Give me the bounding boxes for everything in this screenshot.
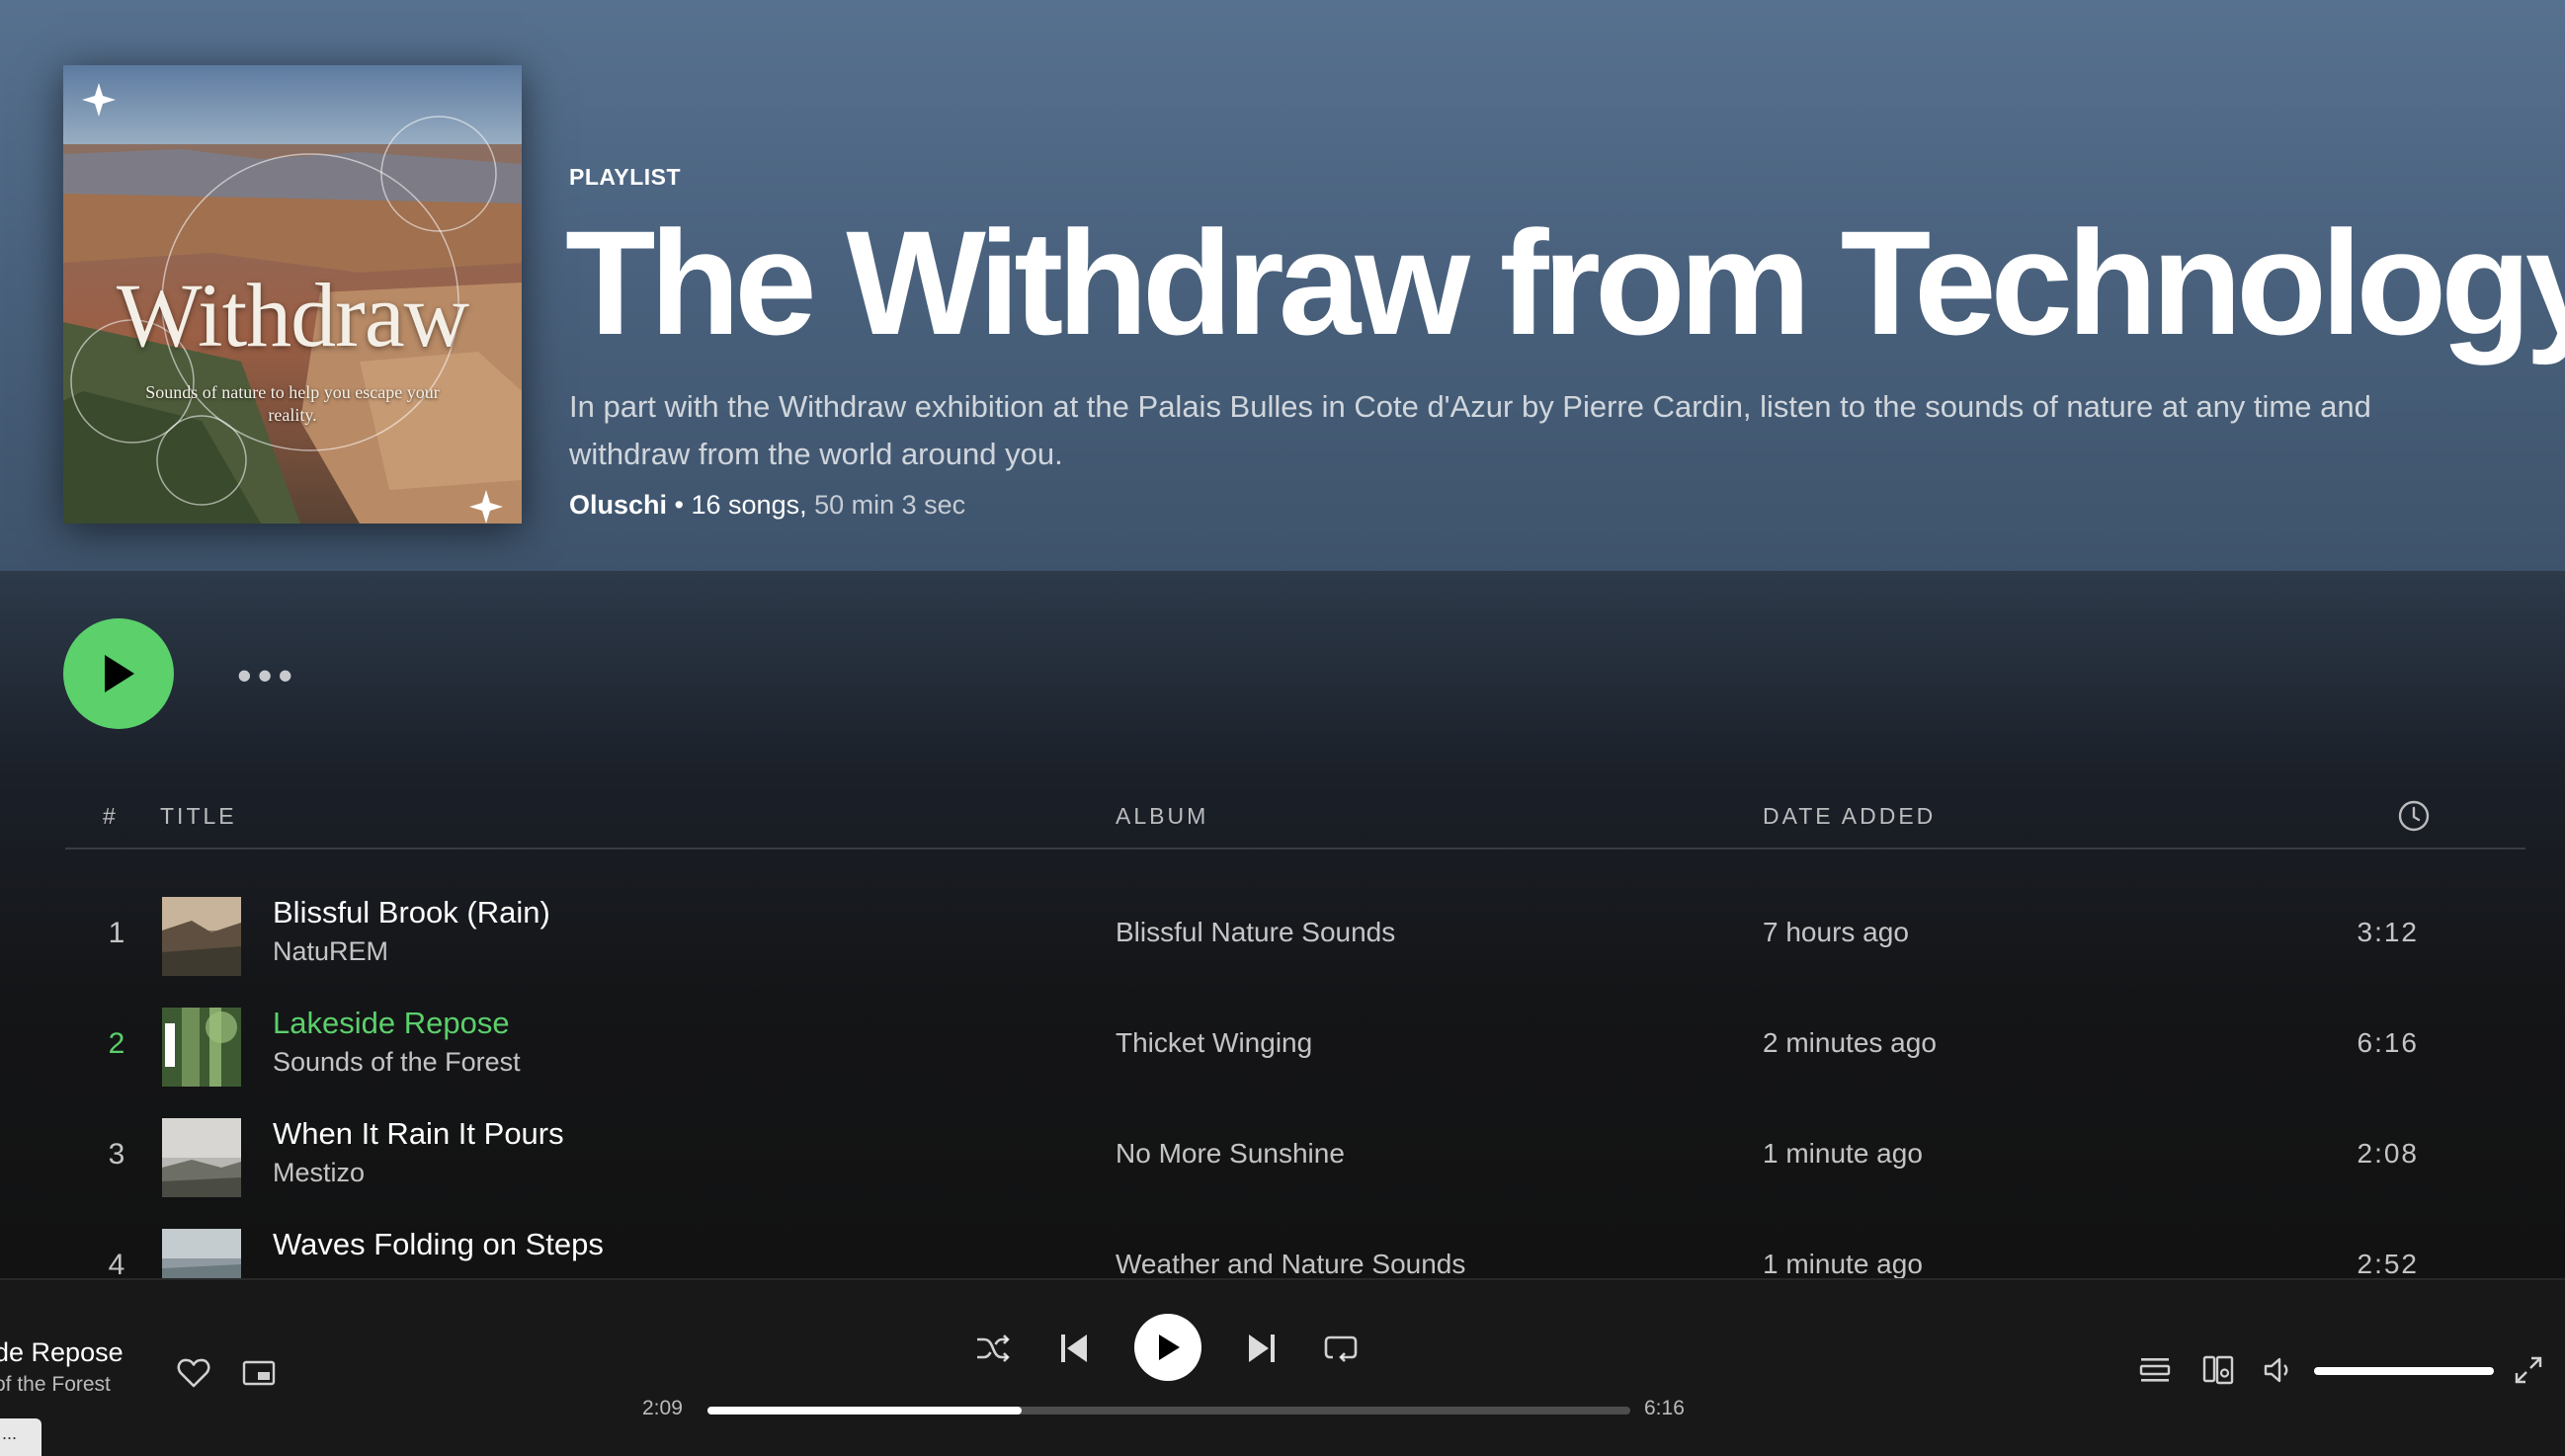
table-row[interactable]: 3 When It Rain It Pours Mestizo No More … xyxy=(65,1102,2525,1213)
column-header-title[interactable]: TITLE xyxy=(160,796,237,836)
track-number: 3 xyxy=(108,1138,125,1171)
track-thumbnail xyxy=(162,897,241,976)
total-time: 6:16 xyxy=(1644,1397,1685,1419)
now-playing-artist[interactable]: of the Forest xyxy=(0,1373,111,1397)
skip-back-icon xyxy=(1061,1335,1087,1362)
track-thumbnail xyxy=(162,1118,241,1197)
table-row[interactable]: 4 Waves Folding on Steps Weather and Nat… xyxy=(65,1213,2525,1278)
track-title[interactable]: Blissful Brook (Rain) xyxy=(273,895,550,930)
track-duration: 3:12 xyxy=(2357,917,2419,947)
track-thumbnail xyxy=(162,1229,241,1278)
track-album[interactable]: Thicket Winging xyxy=(1116,1027,1312,1059)
track-number: 1 xyxy=(108,917,125,949)
column-header-index: # xyxy=(103,803,119,829)
column-header-date-added[interactable]: DATE ADDED xyxy=(1763,796,1936,836)
track-album[interactable]: Blissful Nature Sounds xyxy=(1116,917,1395,948)
repeat-icon xyxy=(1324,1335,1358,1362)
progress-fill xyxy=(707,1407,1022,1415)
track-number: 4 xyxy=(108,1249,125,1278)
now-playing-title[interactable]: de Repose xyxy=(0,1337,124,1368)
playlist-meta: Oluschi • 16 songs, 50 min 3 sec xyxy=(569,490,965,521)
player-bar: de Repose of the Forest 2:09 6:16 xyxy=(0,1278,2565,1456)
volume-icon xyxy=(2264,1357,2288,1383)
track-title[interactable]: When It Rain It Pours xyxy=(273,1116,564,1152)
track-date-added: 1 minute ago xyxy=(1763,1249,1923,1278)
track-date-added: 2 minutes ago xyxy=(1763,1027,1937,1058)
playlist-title: The Withdraw from Technology xyxy=(565,200,2565,365)
picture-in-picture-button[interactable] xyxy=(239,1353,279,1393)
cover-subtitle: Sounds of nature to help you escape your… xyxy=(145,382,440,425)
mute-button[interactable] xyxy=(2259,1349,2300,1391)
track-thumbnail xyxy=(162,1008,241,1087)
playlist-owner-link[interactable]: Oluschi xyxy=(569,490,667,520)
picture-in-picture-icon xyxy=(242,1360,276,1386)
play-icon xyxy=(1159,1335,1180,1360)
track-duration: 2:08 xyxy=(2357,1138,2419,1169)
play-icon xyxy=(105,655,134,692)
playlist-duration: 50 min 3 sec xyxy=(806,490,966,520)
track-artist[interactable]: Mestizo xyxy=(273,1158,365,1188)
volume-fill xyxy=(2314,1367,2494,1375)
repeat-button[interactable] xyxy=(1320,1328,1362,1369)
column-header-duration[interactable] xyxy=(2397,796,2431,836)
track-artist[interactable]: NatuREM xyxy=(273,936,388,967)
cover-title: Withdraw xyxy=(116,265,469,365)
tracklist-section: ••• # TITLE ALBUM DATE ADDED 1 Blissful … xyxy=(0,571,2565,1278)
connect-device-button[interactable] xyxy=(2197,1349,2239,1391)
shuffle-icon xyxy=(977,1335,1010,1362)
column-header-album[interactable]: ALBUM xyxy=(1116,796,1208,836)
tooltip-stub: ... xyxy=(0,1418,41,1456)
track-album[interactable]: Weather and Nature Sounds xyxy=(1116,1249,1465,1278)
like-button[interactable] xyxy=(174,1353,213,1393)
next-button[interactable] xyxy=(1241,1328,1282,1369)
track-album[interactable]: No More Sunshine xyxy=(1116,1138,1345,1170)
elapsed-time: 2:09 xyxy=(642,1397,683,1419)
skip-forward-icon xyxy=(1249,1335,1275,1362)
track-title[interactable]: Waves Folding on Steps xyxy=(273,1227,604,1262)
song-count: 16 songs, xyxy=(691,490,807,520)
more-options-button[interactable]: ••• xyxy=(237,655,298,696)
fullscreen-button[interactable] xyxy=(2508,1349,2549,1391)
track-title[interactable]: Lakeside Repose xyxy=(273,1006,510,1041)
queue-button[interactable] xyxy=(2134,1349,2176,1391)
device-icon xyxy=(2202,1355,2234,1385)
track-artist[interactable]: Sounds of the Forest xyxy=(273,1047,521,1078)
volume-slider[interactable] xyxy=(2314,1367,2494,1375)
track-number: 2 xyxy=(108,1027,125,1060)
track-date-added: 1 minute ago xyxy=(1763,1138,1923,1169)
play-playlist-button[interactable] xyxy=(63,618,174,729)
table-row[interactable]: 1 Blissful Brook (Rain) NatuREM Blissful… xyxy=(65,881,2525,992)
queue-icon xyxy=(2139,1358,2171,1382)
clock-icon xyxy=(2398,800,2430,832)
playlist-type-label: PLAYLIST xyxy=(569,164,682,190)
progress-bar[interactable] xyxy=(707,1407,1630,1415)
playlist-description: In part with the Withdraw exhibition at … xyxy=(569,389,2371,471)
previous-button[interactable] xyxy=(1053,1328,1095,1369)
track-duration: 2:52 xyxy=(2357,1249,2419,1278)
table-row[interactable]: 2 Lakeside Repose Sounds of the Forest T… xyxy=(65,992,2525,1102)
play-pause-button[interactable] xyxy=(1134,1314,1201,1381)
playlist-cover[interactable]: Withdraw Sounds of nature to help you es… xyxy=(63,65,522,524)
header-divider xyxy=(65,848,2525,849)
track-duration: 6:16 xyxy=(2357,1027,2419,1058)
playlist-header: Withdraw Sounds of nature to help you es… xyxy=(0,0,2565,571)
track-date-added: 7 hours ago xyxy=(1763,917,1909,947)
heart-icon xyxy=(177,1358,210,1388)
expand-icon xyxy=(2515,1356,2542,1384)
shuffle-button[interactable] xyxy=(972,1328,1014,1369)
meta-separator: • xyxy=(667,490,692,520)
